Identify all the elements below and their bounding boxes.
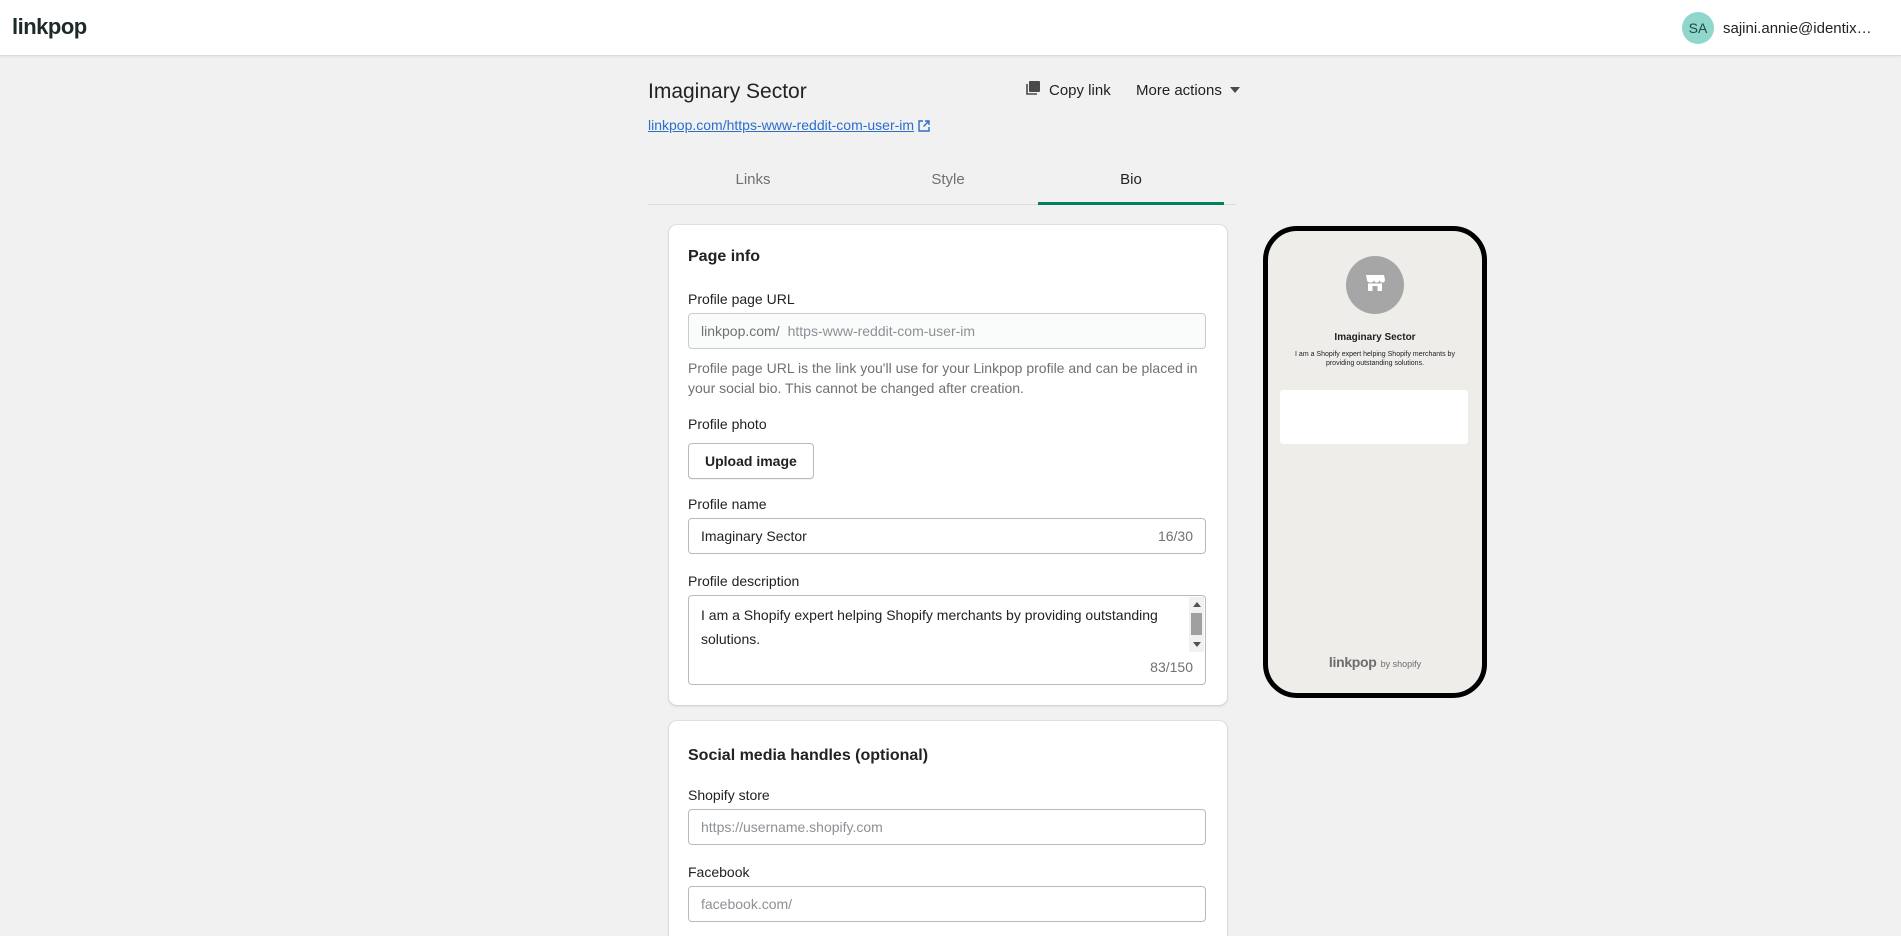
profile-description-label: Profile description	[688, 573, 800, 589]
scroll-up-icon[interactable]	[1193, 602, 1201, 607]
profile-description-counter: 83/150	[1150, 659, 1193, 675]
preview-description: I am a Shopify expert helping Shopify me…	[1295, 351, 1455, 367]
profile-description-value[interactable]: I am a Shopify expert helping Shopify me…	[701, 603, 1181, 651]
preview-footer-by: by shopify	[1380, 659, 1422, 669]
user-email[interactable]: sajini.annie@identixweb.com	[1723, 20, 1881, 37]
tab-links[interactable]: Links	[648, 160, 858, 204]
more-actions-label: More actions	[1136, 81, 1222, 99]
shopify-store-placeholder[interactable]: https://username.shopify.com	[701, 819, 883, 835]
store-icon	[1363, 271, 1387, 300]
profile-name-counter: 16/30	[1157, 528, 1193, 544]
tab-style[interactable]: Style	[858, 160, 1038, 204]
profile-url-prefix: linkpop.com/	[701, 323, 780, 339]
preview-footer: linkpop by shopify	[1268, 654, 1482, 670]
description-scrollbar[interactable]	[1189, 597, 1204, 652]
profile-photo-label: Profile photo	[688, 416, 767, 432]
social-handles-card: Social media handles (optional) Shopify …	[669, 721, 1227, 936]
social-heading: Social media handles (optional)	[688, 747, 929, 764]
tab-bio[interactable]: Bio	[1038, 160, 1224, 205]
preview-avatar	[1346, 256, 1404, 314]
facebook-label: Facebook	[688, 864, 750, 880]
caret-down-icon	[1229, 87, 1240, 93]
profile-name-value[interactable]: Imaginary Sector	[701, 528, 807, 544]
profile-link-text[interactable]: linkpop.com/https-www-reddit-com-user-im	[648, 117, 914, 133]
page-info-heading: Page info	[688, 248, 761, 265]
preview-name: Imaginary Sector	[1334, 332, 1416, 343]
scroll-thumb[interactable]	[1191, 613, 1202, 635]
more-actions-button[interactable]: More actions	[1136, 80, 1240, 100]
profile-url-help: Profile page URL is the link you'll use …	[688, 360, 1198, 396]
profile-link[interactable]: linkpop.com/https-www-reddit-com-user-im	[648, 117, 930, 133]
profile-url-value: https-www-reddit-com-user-im	[787, 323, 976, 339]
preview-link-card	[1280, 390, 1468, 444]
shopify-store-label: Shopify store	[688, 787, 770, 803]
facebook-input[interactable]: facebook.com/	[688, 886, 1206, 922]
avatar[interactable]: SA	[1682, 12, 1714, 44]
facebook-prefix[interactable]: facebook.com/	[701, 896, 792, 912]
profile-url-label: Profile page URL	[688, 291, 795, 307]
copy-icon	[1025, 80, 1041, 100]
tab-bar: Links Style Bio	[648, 160, 1236, 205]
top-bar: linkpop SA sajini.annie@identixweb.com	[0, 0, 1901, 56]
external-link-icon[interactable]	[918, 119, 930, 132]
page-title: Imaginary Sector	[648, 80, 807, 103]
linkpop-logo[interactable]: linkpop	[12, 14, 87, 40]
upload-image-button[interactable]: Upload image	[688, 443, 814, 479]
preview-footer-logo: linkpop	[1328, 654, 1377, 670]
profile-description-textarea[interactable]: I am a Shopify expert helping Shopify me…	[688, 595, 1206, 685]
copy-link-label: Copy link	[1049, 81, 1111, 99]
profile-name-label: Profile name	[688, 496, 767, 512]
shopify-store-input[interactable]: https://username.shopify.com	[688, 809, 1206, 845]
profile-name-input[interactable]: Imaginary Sector 16/30	[688, 518, 1206, 554]
user-menu[interactable]: SA sajini.annie@identixweb.com	[1682, 12, 1881, 44]
copy-link-button[interactable]: Copy link	[1025, 80, 1111, 100]
phone-preview: Imaginary Sector I am a Shopify expert h…	[1263, 226, 1487, 698]
scroll-down-icon[interactable]	[1193, 642, 1201, 647]
profile-url-field: linkpop.com/ https-www-reddit-com-user-i…	[688, 313, 1206, 349]
page-info-card: Page info Profile page URL linkpop.com/ …	[669, 225, 1227, 705]
